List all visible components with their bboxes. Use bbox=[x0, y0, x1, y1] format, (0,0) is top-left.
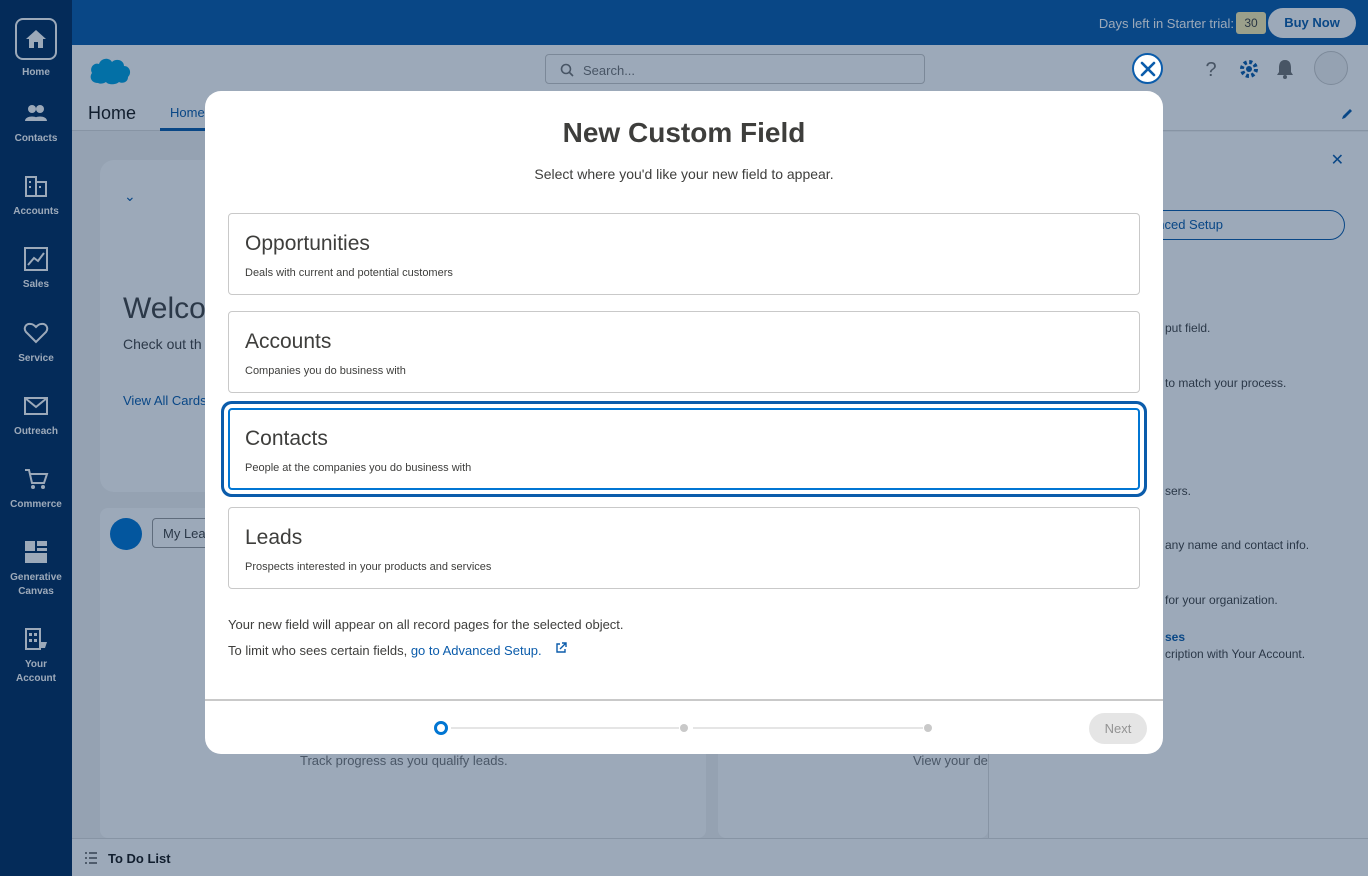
option-title: Contacts bbox=[245, 427, 328, 450]
option-leads[interactable]: Leads Prospects interested in your produ… bbox=[228, 507, 1140, 589]
option-description: People at the companies you do business … bbox=[245, 462, 472, 474]
note-prefix: To limit who sees certain fields, bbox=[228, 643, 408, 658]
option-description: Prospects interested in your products an… bbox=[245, 561, 492, 573]
option-title: Leads bbox=[245, 526, 303, 549]
modal-title: New Custom Field bbox=[562, 117, 806, 148]
external-link-icon[interactable] bbox=[555, 642, 567, 654]
progress-step-current bbox=[434, 721, 448, 735]
advanced-setup-link[interactable]: go to Advanced Setup. bbox=[411, 643, 542, 658]
next-button[interactable]: Next bbox=[1089, 713, 1147, 744]
modal-close-button[interactable] bbox=[1132, 53, 1163, 84]
option-contacts[interactable]: Contacts People at the companies you do … bbox=[228, 408, 1140, 490]
close-icon bbox=[1140, 61, 1155, 76]
progress-step-dot bbox=[680, 724, 688, 732]
option-title: Accounts bbox=[245, 330, 332, 353]
option-accounts[interactable]: Accounts Companies you do business with bbox=[228, 311, 1140, 393]
option-title: Opportunities bbox=[245, 232, 370, 255]
option-description: Companies you do business with bbox=[245, 365, 406, 377]
new-custom-field-modal: New Custom Field Select where you'd like… bbox=[205, 91, 1163, 754]
progress-track bbox=[451, 727, 679, 729]
option-opportunities[interactable]: Opportunities Deals with current and pot… bbox=[228, 213, 1140, 295]
advanced-setup-note: To limit who sees certain fields, go to … bbox=[228, 642, 567, 658]
progress-track bbox=[693, 727, 923, 729]
field-placement-note: Your new field will appear on all record… bbox=[228, 617, 624, 632]
modal-footer: Next bbox=[205, 699, 1163, 754]
modal-subtitle: Select where you'd like your new field t… bbox=[534, 166, 834, 182]
option-description: Deals with current and potential custome… bbox=[245, 267, 453, 279]
progress-step-dot bbox=[924, 724, 932, 732]
